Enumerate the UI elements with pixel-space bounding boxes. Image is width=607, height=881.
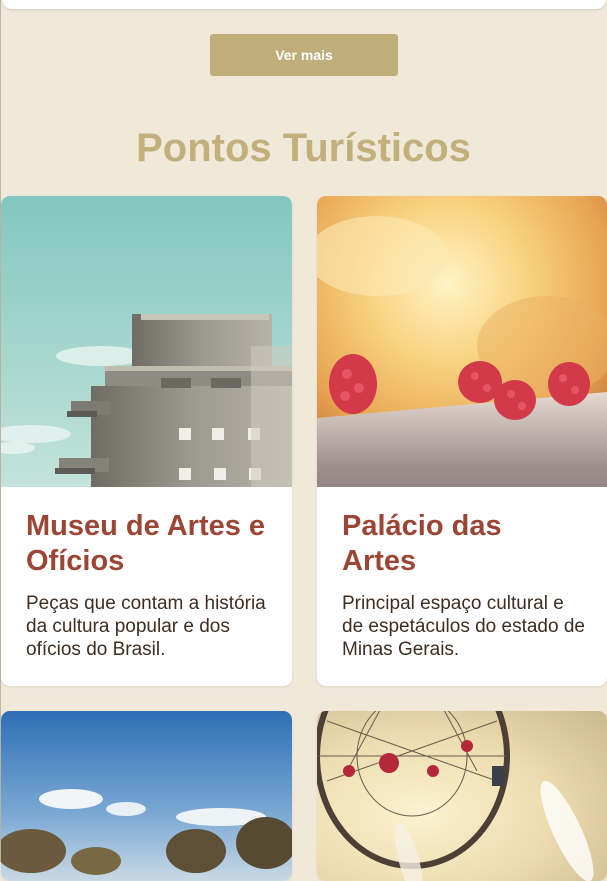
trees-sky-photo bbox=[1, 711, 292, 881]
card-title: Museu de Artes e Ofícios bbox=[26, 510, 266, 577]
see-more-button[interactable]: Ver mais bbox=[210, 34, 398, 76]
dreamcatcher-photo bbox=[317, 711, 607, 881]
card-description: Peças que contam a história da cultura p… bbox=[26, 593, 266, 660]
card-title: Palácio das Artes bbox=[342, 510, 502, 577]
raspberries-photo bbox=[317, 196, 607, 487]
attraction-card-3[interactable] bbox=[1, 711, 292, 881]
attraction-card-palacio[interactable]: Palácio das Artes Principal espaço cultu… bbox=[317, 196, 607, 686]
concrete-tower-photo bbox=[1, 196, 292, 487]
previous-card-bottom bbox=[2, 0, 606, 9]
card-description: Principal espaço cultural e de espetácul… bbox=[342, 593, 585, 660]
attraction-card-4[interactable] bbox=[317, 711, 607, 881]
attraction-card-museu[interactable]: Museu de Artes e Ofícios Peças que conta… bbox=[1, 196, 292, 686]
section-title: Pontos Turísticos bbox=[136, 126, 471, 170]
